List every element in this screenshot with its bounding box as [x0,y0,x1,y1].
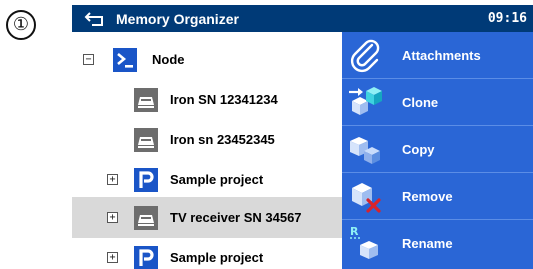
menu-item-label: Remove [402,188,453,204]
tree-item-appliance[interactable]: Iron SN 12341234 [72,79,342,120]
expand-toggle[interactable]: + [107,174,118,185]
tree-item-appliance-selected[interactable]: + TV receiver SN 34567 [72,197,342,238]
project-icon [134,167,158,192]
expand-toggle[interactable]: + [107,252,118,263]
appliance-icon [134,87,158,112]
remove-icon [346,176,386,216]
tree-item-label: Iron sn 23452345 [170,132,275,147]
tree-item-node[interactable]: − Node [72,39,342,80]
tree-item-label: Sample project [170,172,264,187]
clone-button[interactable]: Clone [342,79,533,126]
rename-button[interactable]: R Rename [342,220,533,267]
tree-item-appliance[interactable]: Iron sn 23452345 [72,119,342,160]
clone-icon [346,82,386,122]
rename-icon: R [346,223,386,263]
appliance-icon [134,205,158,230]
clock: 09:16 [487,11,527,26]
appliance-icon [134,127,158,152]
svg-text:R: R [350,225,359,238]
page-title: Memory Organizer [116,10,239,27]
node-icon [113,47,137,72]
tree-item-label: Sample project [170,250,264,265]
copy-icon [346,129,386,169]
options-panel: Attachments Clone Copy Remove R Rename [342,32,533,269]
step-marker: ① [6,10,36,40]
title-bar: Memory Organizer 09:16 [72,5,533,32]
menu-item-label: Rename [402,236,453,251]
collapse-toggle[interactable]: − [83,54,94,65]
menu-item-label: Clone [402,94,439,110]
paperclip-icon [346,36,386,76]
tree-item-label: TV receiver SN 34567 [170,210,302,225]
remove-button[interactable]: Remove [342,173,533,220]
tree-item-project[interactable]: + Sample project [72,159,342,200]
copy-button[interactable]: Copy [342,126,533,173]
expand-toggle[interactable]: + [107,212,118,223]
tree-item-label: Iron SN 12341234 [170,92,278,107]
menu-item-label: Attachments [402,47,481,63]
tree-item-project[interactable]: + Sample project [72,237,342,269]
memory-tree: − Node Iron SN 12341234 Iron sn 23452345… [72,32,342,269]
back-arrow-icon[interactable] [78,5,112,32]
project-icon [134,245,158,269]
tree-item-label: Node [152,52,185,67]
attachments-button[interactable]: Attachments [342,32,533,79]
menu-item-label: Copy [402,141,435,157]
